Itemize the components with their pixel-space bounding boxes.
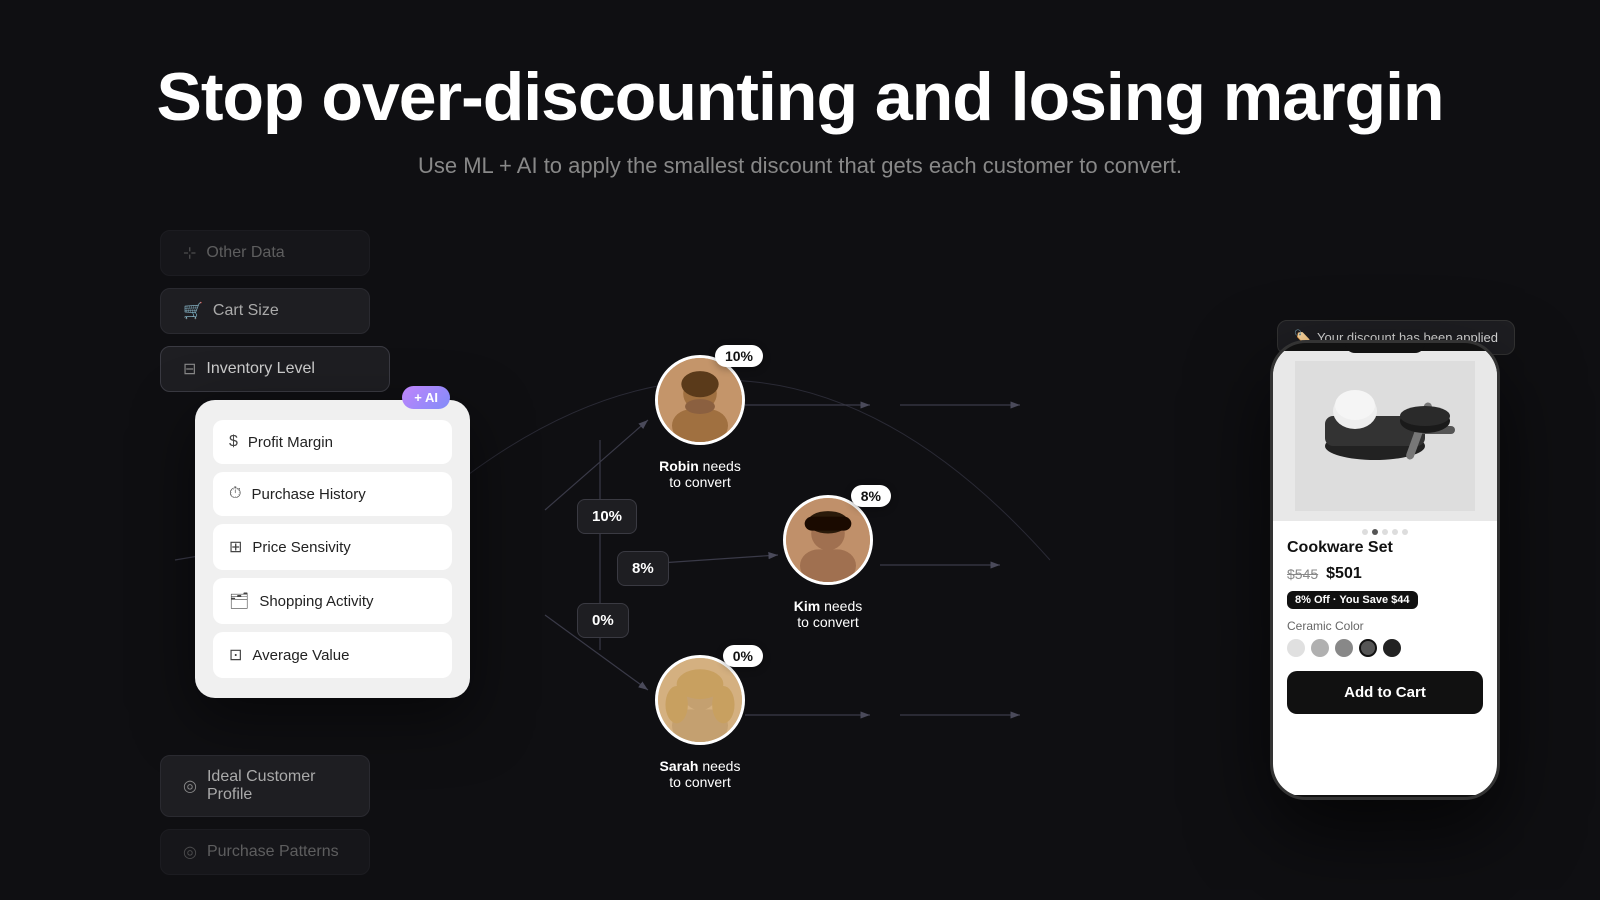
discount-0-label: 0%	[577, 603, 629, 638]
color-dot-2[interactable]	[1311, 639, 1329, 657]
phone-product-image	[1273, 351, 1497, 521]
average-value-label: Average Value	[252, 647, 349, 664]
phone-content: Cookware Set $545 $501 8% Off · You Save…	[1273, 351, 1497, 795]
dot-1	[1362, 529, 1368, 535]
feature-card: + AI $ Profit Margin ⏱ Purchase History …	[195, 400, 470, 698]
phone-color-label: Ceramic Color	[1287, 619, 1483, 633]
headline-title: Stop over-discounting and losing margin	[0, 60, 1600, 135]
sarah-customer-node: 0% Sarah needsto convert	[655, 655, 745, 790]
phone-notch	[1345, 343, 1425, 353]
cart-size-item[interactable]: 🛒 Cart Size	[160, 288, 370, 334]
phone-product-title: Cookware Set	[1273, 539, 1497, 565]
shopping-activity-item[interactable]: 🗂 Shopping Activity	[213, 578, 452, 624]
purchase-patterns-icon: ◎	[183, 842, 197, 862]
left-outer-items: ⊹ Other Data 🛒 Cart Size ⊟ Inventory Lev…	[160, 230, 390, 392]
other-data-item[interactable]: ⊹ Other Data	[160, 230, 370, 276]
purchase-patterns-item[interactable]: ◎ Purchase Patterns	[160, 829, 370, 875]
phone-mockup: Cookware Set $545 $501 8% Off · You Save…	[1270, 340, 1500, 800]
chart-icon: ⊡	[229, 645, 242, 665]
phone-image-dots	[1273, 521, 1497, 539]
price-sensivity-label: Price Sensivity	[252, 539, 350, 556]
sarah-label: Sarah needsto convert	[655, 758, 745, 790]
dot-2	[1372, 529, 1378, 535]
cart-size-label: Cart Size	[213, 302, 279, 320]
color-dot-1[interactable]	[1287, 639, 1305, 657]
inventory-level-item[interactable]: ⊟ Inventory Level	[160, 346, 390, 392]
phone-price-row: $545 $501 8% Off · You Save $44	[1273, 565, 1497, 619]
shopping-activity-label: Shopping Activity	[259, 593, 373, 610]
inventory-level-label: Inventory Level	[206, 360, 315, 378]
inventory-icon: ⊟	[183, 359, 196, 379]
dot-4	[1392, 529, 1398, 535]
dot-3	[1382, 529, 1388, 535]
phone-color-section: Ceramic Color	[1273, 619, 1497, 667]
bottom-left-items: ◎ Ideal Customer Profile ◎ Purchase Patt…	[160, 755, 370, 875]
phone-discount-tag: 8% Off · You Save $44	[1287, 591, 1418, 609]
other-data-icon: ⊹	[183, 243, 196, 263]
ideal-customer-icon: ◎	[183, 776, 197, 796]
dot-5	[1402, 529, 1408, 535]
kim-customer-node: 8% Kim needsto convert	[783, 495, 873, 630]
discount-8-label: 8%	[617, 551, 669, 586]
purchase-history-label: Purchase History	[251, 486, 365, 503]
price-sensivity-item[interactable]: ⊞ Price Sensivity	[213, 524, 452, 570]
dollar-icon: $	[229, 433, 238, 451]
sarah-discount-badge: 0%	[723, 645, 763, 667]
kim-label: Kim needsto convert	[783, 598, 873, 630]
color-dot-3[interactable]	[1335, 639, 1353, 657]
add-to-cart-button[interactable]: Add to Cart	[1287, 671, 1483, 714]
ideal-customer-item[interactable]: ◎ Ideal Customer Profile	[160, 755, 370, 817]
color-dot-4[interactable]	[1359, 639, 1377, 657]
headline-section: Stop over-discounting and losing margin …	[0, 60, 1600, 179]
phone-original-price: $545	[1287, 566, 1318, 582]
robin-discount-badge: 10%	[715, 345, 763, 367]
cart-icon: 🛒	[183, 301, 203, 321]
robin-customer-node: 10% Robin needsto convert	[655, 355, 745, 490]
headline-subtitle: Use ML + AI to apply the smallest discou…	[0, 153, 1600, 179]
ideal-customer-label: Ideal Customer Profile	[207, 768, 347, 804]
color-dot-5[interactable]	[1383, 639, 1401, 657]
other-data-label: Other Data	[206, 244, 284, 262]
kim-discount-badge: 8%	[851, 485, 891, 507]
ai-badge: + AI	[402, 386, 450, 409]
folder-icon: 🗂	[229, 591, 249, 611]
average-value-item[interactable]: ⊡ Average Value	[213, 632, 452, 678]
grid-icon: ⊞	[229, 537, 242, 557]
profit-margin-label: Profit Margin	[248, 434, 333, 451]
discount-10-label: 10%	[577, 499, 637, 534]
robin-label: Robin needsto convert	[655, 458, 745, 490]
phone-colors	[1287, 639, 1483, 657]
purchase-history-item[interactable]: ⏱ Purchase History	[213, 472, 452, 516]
phone-sale-price: $501	[1326, 565, 1362, 583]
clock-icon: ⏱	[229, 485, 241, 503]
profit-margin-item[interactable]: $ Profit Margin	[213, 420, 452, 464]
purchase-patterns-label: Purchase Patterns	[207, 843, 339, 861]
